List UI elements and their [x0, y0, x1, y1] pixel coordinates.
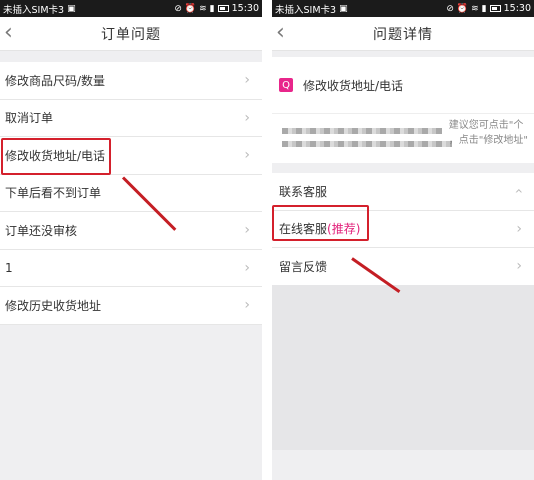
- alarm-icon: ⏰: [184, 3, 197, 14]
- chevron-right-icon: ›: [244, 72, 250, 89]
- list-item-label: 修改商品尺码/数量: [5, 73, 106, 88]
- alarm-icon: ⏰: [456, 3, 469, 14]
- chevron-right-icon: ›: [244, 297, 250, 314]
- chevron-up-icon: ›: [511, 188, 528, 195]
- list-item[interactable]: 取消订单 ›: [0, 99, 262, 137]
- list-item-label: 取消订单: [5, 111, 54, 126]
- carrier-text: 未插入SIM卡3: [275, 4, 337, 16]
- chevron-right-icon: ›: [516, 220, 522, 237]
- mute-icon: ⊘: [174, 3, 182, 14]
- chevron-right-icon: ›: [244, 109, 250, 126]
- order-issues-screen: 未插入SIM卡3 ▣ ⊘ ⏰ ≋ ▮ 15:30 ‹ 订单问题 修改商品尺码/数…: [0, 0, 262, 480]
- battery-icon: [489, 5, 501, 12]
- list-item-label: 订单还没审核: [5, 223, 78, 238]
- image-icon: ▣: [67, 3, 76, 14]
- empty-panel: [272, 285, 534, 450]
- list-item[interactable]: 修改历史收货地址 ›: [0, 287, 262, 325]
- list-item-label: 1: [5, 260, 13, 275]
- nav-bar: ‹ 问题详情: [272, 17, 534, 51]
- blurred-text: [282, 128, 442, 134]
- clock: 15:30: [503, 3, 531, 14]
- mute-icon: ⊘: [446, 3, 454, 14]
- answer-line: 建议您可点击"个: [448, 120, 524, 131]
- list-item-label: 下单后看不到订单: [5, 186, 102, 201]
- highlight-box: [1, 138, 111, 175]
- message-feedback-label: 留言反馈: [279, 259, 328, 274]
- answer-line: ，点击"修改地址": [448, 135, 528, 146]
- list-item[interactable]: 下单后看不到订单: [0, 174, 262, 212]
- issue-detail-screen: 未插入SIM卡3 ▣ ⊘ ⏰ ≋ ▮ 15:30 ‹ 问题详情 Q 修改收货地址…: [272, 0, 534, 480]
- status-bar: 未插入SIM卡3 ▣ ⊘ ⏰ ≋ ▮ 15:30: [0, 0, 262, 17]
- chevron-right-icon: ›: [244, 147, 250, 164]
- battery-icon: [217, 5, 229, 12]
- question-badge: Q: [279, 78, 293, 92]
- back-arrow-icon[interactable]: ‹: [276, 22, 285, 44]
- image-icon: ▣: [339, 3, 348, 14]
- answer-snippet: 建议您可点击"个 ，点击"修改地址": [449, 118, 528, 148]
- list-item-label: 修改历史收货地址: [5, 298, 102, 313]
- list-item[interactable]: 订单还没审核 ›: [0, 212, 262, 250]
- wifi-icon: ≋: [471, 3, 479, 14]
- nav-bar: ‹ 订单问题: [0, 17, 262, 51]
- chevron-right-icon: ›: [244, 259, 250, 276]
- answer-text: 建议您可点击"个 ，点击"修改地址": [272, 113, 534, 163]
- back-arrow-icon[interactable]: ‹: [4, 22, 13, 44]
- chevron-right-icon: ›: [244, 222, 250, 239]
- issue-list: 修改商品尺码/数量 › 取消订单 › 修改收货地址/电话 › 下单后看不到订单 …: [0, 62, 262, 325]
- question-title: 修改收货地址/电话: [303, 78, 404, 93]
- page-title: 订单问题: [101, 26, 161, 43]
- chevron-right-icon: ›: [516, 258, 522, 275]
- status-bar: 未插入SIM卡3 ▣ ⊘ ⏰ ≋ ▮ 15:30: [272, 0, 534, 17]
- list-item[interactable]: 修改商品尺码/数量 ›: [0, 62, 262, 100]
- signal-icon: ▮: [481, 3, 487, 14]
- page-title: 问题详情: [373, 26, 433, 43]
- list-item[interactable]: 1 ›: [0, 249, 262, 287]
- signal-icon: ▮: [209, 3, 215, 14]
- carrier-text: 未插入SIM卡3: [3, 4, 65, 16]
- wifi-icon: ≋: [199, 3, 207, 14]
- question-header: Q 修改收货地址/电话: [272, 57, 534, 113]
- contact-service-label: 联系客服: [279, 184, 328, 199]
- clock: 15:30: [231, 3, 259, 14]
- blurred-text: [282, 141, 452, 147]
- highlight-box: [272, 205, 369, 241]
- message-feedback-item[interactable]: 留言反馈 ›: [272, 248, 534, 286]
